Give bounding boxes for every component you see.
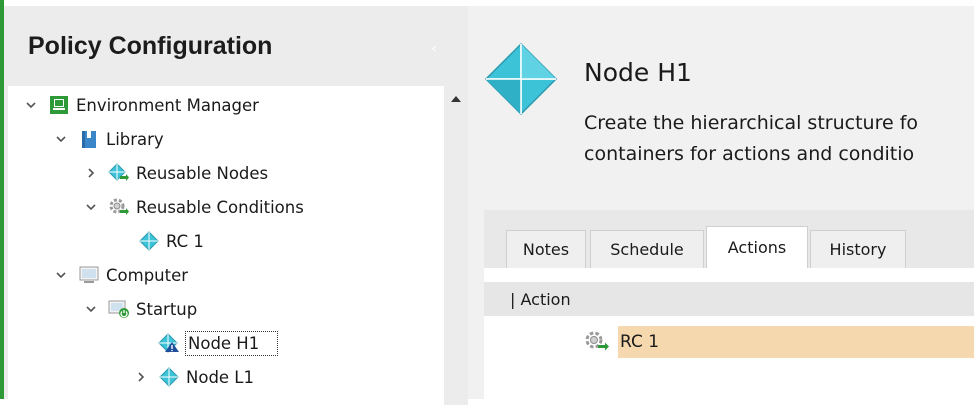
reusable-node-icon	[108, 162, 130, 184]
grid-header-action[interactable]: | Action	[484, 282, 974, 316]
node-diamond-icon	[158, 366, 180, 388]
tree-item-label: Reusable Nodes	[136, 163, 269, 183]
node-description: Create the hierarchical structure fo con…	[584, 108, 918, 170]
reusable-condition-gear-icon	[108, 196, 130, 218]
chevron-down-icon[interactable]	[54, 132, 68, 146]
tab-actions[interactable]: Actions	[706, 226, 808, 268]
chevron-left-icon[interactable]: ‹	[424, 39, 444, 59]
tree-item-computer[interactable]: Computer	[54, 258, 188, 292]
tree-item-label: Library	[106, 129, 164, 149]
tree-scrollbar[interactable]	[444, 86, 468, 405]
tab-notes[interactable]: Notes	[506, 230, 586, 268]
tree-item-node-h1[interactable]: Node H1	[158, 326, 279, 360]
chevron-down-icon[interactable]	[24, 98, 38, 112]
node-diamond-large-icon	[484, 42, 558, 120]
grid-row-selected[interactable]: RC 1	[618, 326, 974, 358]
tree-item-node-l1[interactable]: Node L1	[134, 360, 254, 394]
tree-item-label: Node L1	[186, 367, 254, 387]
tree-item-label: Node H1	[184, 330, 279, 356]
monitor-icon	[48, 94, 70, 116]
panel-title: Policy Configuration	[28, 32, 273, 60]
node-diamond-icon	[138, 230, 160, 252]
policy-configuration-panel: Policy Configuration ‹ Environment Manag…	[4, 6, 468, 405]
chevron-right-icon[interactable]	[134, 370, 148, 384]
tree-item-label: Startup	[136, 299, 198, 319]
tree-item-startup[interactable]: Startup	[84, 292, 197, 326]
computer-icon	[78, 264, 100, 286]
column-header-label: | Action	[510, 289, 571, 309]
tree-item-library[interactable]: Library	[54, 122, 164, 156]
tree-item-reusable-nodes[interactable]: Reusable Nodes	[84, 156, 268, 190]
tree-item-rc-1[interactable]: RC 1	[138, 224, 204, 258]
chevron-right-icon[interactable]	[84, 166, 98, 180]
book-icon	[78, 128, 100, 150]
chevron-down-icon[interactable]	[84, 200, 98, 214]
node-description-line: containers for actions and conditio	[584, 143, 915, 165]
node-title: Node H1	[584, 58, 692, 87]
grid-row-label: RC 1	[620, 332, 660, 352]
node-warning-icon	[158, 332, 180, 354]
scroll-up-arrow-icon[interactable]	[451, 96, 461, 102]
tree-item-label: Reusable Conditions	[136, 197, 304, 217]
node-description-line: Create the hierarchical structure fo	[584, 112, 919, 134]
grid-spacer	[484, 268, 974, 282]
tree-item-label: Environment Manager	[76, 95, 259, 115]
reusable-condition-gear-icon	[584, 330, 610, 354]
actions-grid: | Action RC 1	[484, 268, 974, 399]
tab-schedule[interactable]: Schedule	[590, 230, 704, 268]
chevron-down-icon[interactable]	[84, 302, 98, 316]
tree-item-reusable-conditions[interactable]: Reusable Conditions	[84, 190, 304, 224]
tree-item-environment-manager[interactable]: Environment Manager	[24, 88, 259, 122]
details-tab-bar: Notes Schedule Actions History	[484, 210, 974, 268]
startup-icon	[108, 298, 130, 320]
chevron-down-icon[interactable]	[54, 268, 68, 282]
tab-history[interactable]: History	[810, 230, 906, 268]
tree-item-label: RC 1	[166, 231, 204, 251]
node-details-pane: Node H1 Create the hierarchical structur…	[468, 6, 974, 399]
navigation-tree: Environment Manager Library Reusable Nod…	[8, 86, 444, 405]
tree-item-label: Computer	[106, 265, 189, 285]
